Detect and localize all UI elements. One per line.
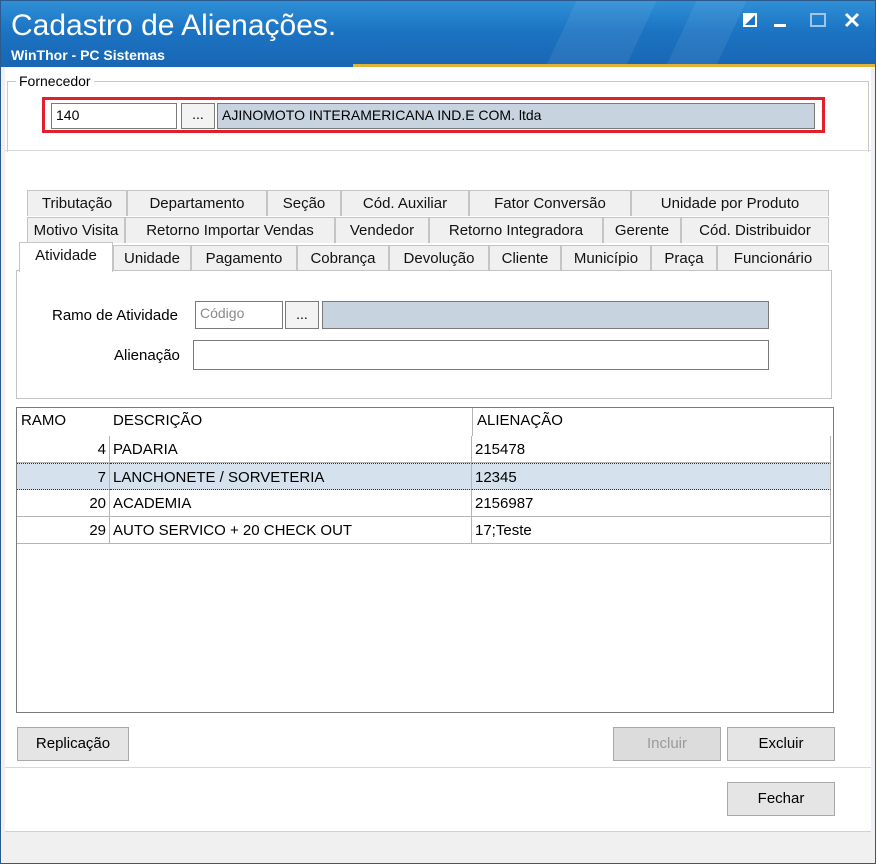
replicacao-button[interactable]: Replicação: [17, 727, 129, 761]
alienacoes-grid[interactable]: RAMO DESCRIÇÃO ALIENAÇÃO 4 PADARIA 21547…: [16, 407, 834, 713]
tab-municipio[interactable]: Município: [561, 245, 651, 271]
tab-retorno-importar-vendas[interactable]: Retorno Importar Vendas: [125, 217, 335, 243]
tab-vendedor[interactable]: Vendedor: [335, 217, 429, 243]
status-bar: [5, 831, 871, 860]
column-header-ramo[interactable]: RAMO: [21, 412, 66, 429]
ramo-description-field: [322, 301, 769, 329]
tab-cod-auxiliar[interactable]: Cód. Auxiliar: [341, 190, 469, 216]
atividade-panel: Ramo de Atividade Código ... Alienação: [16, 270, 832, 399]
tab-retorno-integradora[interactable]: Retorno Integradora: [429, 217, 603, 243]
tab-fator-conversao[interactable]: Fator Conversão: [469, 190, 631, 216]
tab-devolucao[interactable]: Devolução: [389, 245, 489, 271]
table-row[interactable]: 4 PADARIA 215478: [17, 436, 831, 463]
tab-pagamento[interactable]: Pagamento: [191, 245, 297, 271]
separator: [5, 150, 871, 151]
fornecedor-code-input[interactable]: 140: [51, 103, 177, 129]
window-title: Cadastro de Alienações.: [11, 9, 337, 42]
table-row-selected[interactable]: 7 LANCHONETE / SORVETERIA 12345: [17, 463, 831, 490]
tab-tributacao[interactable]: Tributação: [27, 190, 127, 216]
fornecedor-name-field: AJINOMOTO INTERAMERICANA IND.E COM. ltda: [217, 103, 815, 129]
ramo-code-input[interactable]: Código: [195, 301, 283, 329]
tab-cod-distribuidor[interactable]: Cód. Distribuidor: [681, 217, 829, 243]
tab-unidade-por-produto[interactable]: Unidade por Produto: [631, 190, 829, 216]
fechar-button[interactable]: Fechar: [727, 782, 835, 816]
table-row[interactable]: 20 ACADEMIA 2156987: [17, 490, 831, 517]
minimize-icon[interactable]: [769, 9, 791, 31]
tab-secao[interactable]: Seção: [267, 190, 341, 216]
maximize-icon[interactable]: [807, 9, 829, 31]
separator: [5, 767, 871, 768]
fornecedor-legend: Fornecedor: [16, 73, 94, 89]
tab-gerente[interactable]: Gerente: [603, 217, 681, 243]
tab-unidade[interactable]: Unidade: [113, 245, 191, 271]
tab-motivo-visita[interactable]: Motivo Visita: [27, 217, 125, 243]
fornecedor-browse-button[interactable]: ...: [181, 103, 215, 129]
close-icon[interactable]: [841, 9, 863, 31]
tab-atividade[interactable]: Atividade: [19, 242, 113, 272]
excluir-button[interactable]: Excluir: [727, 727, 835, 761]
tab-funcionario[interactable]: Funcionário: [717, 245, 829, 271]
window: Cadastro de Alienações. WinThor - PC Sis…: [0, 0, 876, 864]
tab-cliente[interactable]: Cliente: [489, 245, 561, 271]
restore-icon[interactable]: [739, 9, 761, 31]
tab-cobranca[interactable]: Cobrança: [297, 245, 389, 271]
column-header-alienacao[interactable]: ALIENAÇÃO: [477, 412, 563, 429]
alienacao-input[interactable]: [193, 340, 769, 370]
title-bar[interactable]: Cadastro de Alienações. WinThor - PC Sis…: [1, 1, 875, 67]
window-subtitle: WinThor - PC Sistemas: [11, 47, 165, 63]
column-header-descricao[interactable]: DESCRIÇÃO: [113, 412, 202, 429]
table-row[interactable]: 29 AUTO SERVICO + 20 CHECK OUT 17;Teste: [17, 517, 831, 544]
tab-praca[interactable]: Praça: [651, 245, 717, 271]
form-body: Fornecedor 140 ... AJINOMOTO INTERAMERIC…: [5, 67, 871, 860]
tab-departamento[interactable]: Departamento: [127, 190, 267, 216]
ramo-label: Ramo de Atividade: [52, 307, 178, 324]
alienacao-label: Alienação: [114, 347, 180, 364]
ramo-browse-button[interactable]: ...: [285, 301, 319, 329]
incluir-button[interactable]: Incluir: [613, 727, 721, 761]
